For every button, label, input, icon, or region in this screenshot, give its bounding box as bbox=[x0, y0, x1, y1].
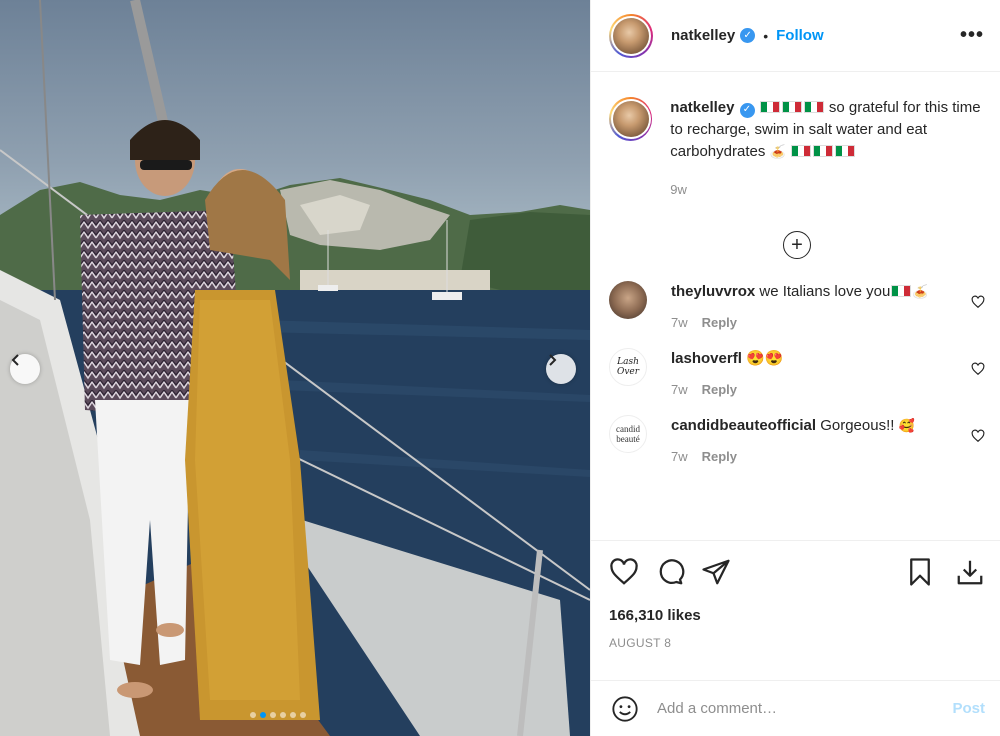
add-circle-icon: + bbox=[783, 231, 811, 259]
share-button[interactable] bbox=[701, 557, 731, 587]
comment-input[interactable] bbox=[657, 700, 927, 717]
smiling-hearts-emoji-icon: 🥰 bbox=[898, 418, 915, 433]
comment-text: Gorgeous!! bbox=[820, 417, 895, 434]
caption-time[interactable]: 9w bbox=[670, 179, 985, 201]
carousel-dot bbox=[280, 712, 286, 718]
verified-icon: ✓ bbox=[739, 102, 755, 118]
comment-item: Lash Over lashoverfl 😍😍 7w Reply bbox=[609, 348, 985, 397]
comment-time[interactable]: 7w bbox=[671, 315, 688, 330]
italy-flag-icon bbox=[834, 145, 855, 157]
post-photo-scene bbox=[0, 0, 590, 736]
add-comment-bar: Post bbox=[591, 680, 1000, 736]
emoji-icon[interactable] bbox=[611, 695, 639, 723]
comment-text: 😍😍 bbox=[746, 350, 784, 367]
heart-icon[interactable] bbox=[971, 429, 985, 443]
comment-icon bbox=[659, 559, 685, 585]
chevron-right-icon bbox=[549, 354, 557, 366]
caption-username[interactable]: natkelley bbox=[670, 99, 734, 116]
post-sidebar: natkelley ✓ • Follow ••• natkelley ✓ so g… bbox=[590, 0, 1000, 736]
carousel-dot bbox=[270, 712, 276, 718]
download-icon[interactable] bbox=[955, 557, 985, 587]
avatar-logo-text: candid beauté bbox=[616, 424, 640, 444]
heart-icon[interactable] bbox=[971, 295, 985, 309]
comment-time[interactable]: 7w bbox=[671, 449, 688, 464]
comments-section[interactable]: natkelley ✓ so grateful for this time to … bbox=[591, 73, 1000, 539]
commenter-avatar[interactable]: Lash Over bbox=[609, 348, 647, 386]
follow-button[interactable]: Follow bbox=[776, 27, 824, 44]
carousel-dot bbox=[300, 712, 306, 718]
reply-button[interactable]: Reply bbox=[702, 315, 737, 330]
comment-item: theyluvvrox we Italians love you 🍝 7w Repl… bbox=[609, 281, 985, 330]
italy-flag-icon bbox=[759, 101, 780, 113]
commenter-username[interactable]: lashoverfl bbox=[671, 350, 742, 367]
commenter-username[interactable]: candidbeauteofficial bbox=[671, 417, 816, 434]
italy-flag-icon bbox=[812, 145, 833, 157]
carousel-prev-button[interactable] bbox=[10, 354, 40, 384]
reply-button[interactable]: Reply bbox=[702, 449, 737, 464]
author-avatar[interactable] bbox=[609, 13, 653, 58]
italy-flag-icon bbox=[891, 285, 912, 297]
caption-avatar[interactable] bbox=[609, 97, 653, 141]
comment-text: we Italians love you bbox=[759, 283, 891, 300]
carousel-dot-active bbox=[260, 712, 266, 718]
author-username[interactable]: natkelley bbox=[671, 27, 735, 44]
bookmark-icon[interactable] bbox=[905, 557, 935, 587]
commenter-avatar[interactable] bbox=[609, 281, 647, 319]
carousel-dots bbox=[250, 712, 306, 718]
italy-flag-icon bbox=[781, 101, 802, 113]
pasta-emoji-icon: 🍝 bbox=[769, 144, 786, 159]
carousel-dot bbox=[250, 712, 256, 718]
header-separator: • bbox=[763, 27, 769, 44]
like-button[interactable] bbox=[609, 557, 639, 587]
pasta-emoji-icon: 🍝 bbox=[912, 284, 929, 299]
comment-button[interactable] bbox=[655, 557, 685, 587]
carousel-dot bbox=[290, 712, 296, 718]
heart-icon[interactable] bbox=[971, 362, 985, 376]
more-icon[interactable]: ••• bbox=[960, 24, 984, 47]
reply-button[interactable]: Reply bbox=[702, 382, 737, 397]
chevron-left-icon bbox=[11, 354, 19, 366]
italy-flag-icon bbox=[803, 101, 824, 113]
commenter-avatar[interactable]: candid beauté bbox=[609, 415, 647, 453]
post-comment-button[interactable]: Post bbox=[952, 700, 985, 717]
italy-flag-icon bbox=[790, 145, 811, 157]
share-icon bbox=[702, 559, 730, 585]
post-header: natkelley ✓ • Follow ••• bbox=[591, 0, 1000, 72]
heart-icon bbox=[610, 558, 638, 585]
commenter-username[interactable]: theyluvvrox bbox=[671, 283, 755, 300]
post-date[interactable]: AUGUST 8 bbox=[609, 636, 985, 650]
post-actions: 166,310 likes AUGUST 8 bbox=[591, 540, 1000, 650]
load-more-comments-button[interactable]: + bbox=[609, 231, 985, 259]
avatar-logo-text: Lash Over bbox=[616, 357, 640, 377]
post-caption: natkelley ✓ so grateful for this time to … bbox=[609, 97, 985, 201]
likes-count[interactable]: 166,310 likes bbox=[609, 607, 985, 624]
verified-icon: ✓ bbox=[740, 28, 756, 43]
comment-item: candid beauté candidbeauteofficial Gorge… bbox=[609, 415, 985, 464]
comment-time[interactable]: 7w bbox=[671, 382, 688, 397]
carousel-next-button[interactable] bbox=[546, 354, 576, 384]
post-photo[interactable] bbox=[0, 0, 590, 736]
